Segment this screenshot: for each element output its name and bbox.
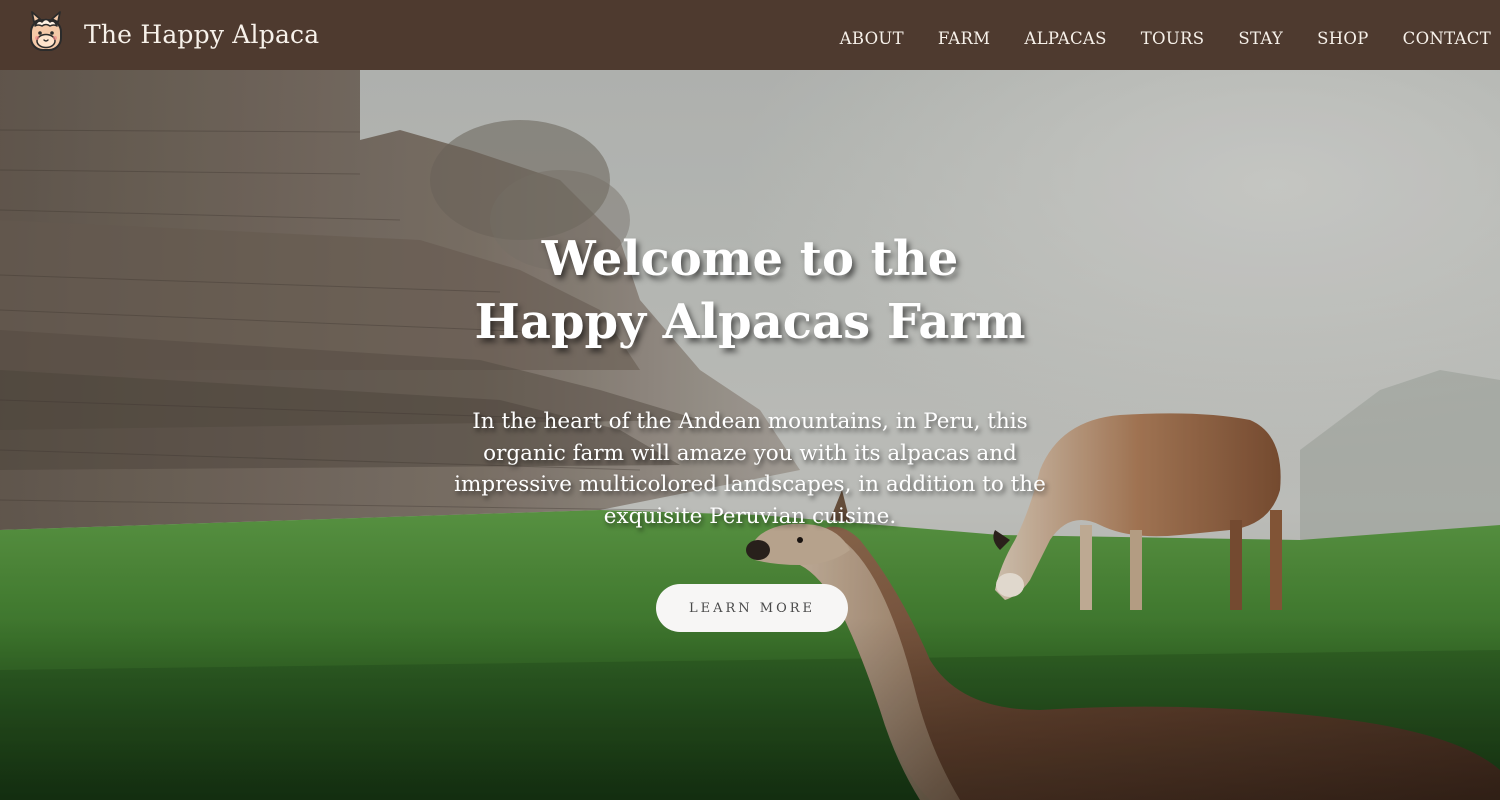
nav-shop[interactable]: SHOP [1317, 29, 1369, 48]
hero-description: In the heart of the Andean mountains, in… [454, 409, 1046, 529]
brand-link[interactable]: The Happy Alpaca [26, 10, 319, 54]
top-navbar: The Happy Alpaca ABOUT FARM ALPACAS TOUR… [0, 0, 1500, 70]
hero-section: Welcome to the Happy Alpacas Farm In the… [0, 70, 1500, 800]
nav-stay[interactable]: STAY [1238, 29, 1283, 48]
nav-contact[interactable]: CONTACT [1403, 29, 1491, 48]
alpaca-face-icon [30, 11, 62, 51]
hero-title: Welcome to the Happy Alpacas Farm [300, 228, 1200, 354]
hero-title-line-2: Happy Alpacas Farm [474, 294, 1026, 350]
hero-title-line-1: Welcome to the [541, 231, 959, 287]
nav-tours[interactable]: TOURS [1141, 29, 1205, 48]
nav-farm[interactable]: FARM [938, 29, 990, 48]
learn-more-button[interactable]: LEARN MORE [656, 584, 848, 632]
main-nav: ABOUT FARM ALPACAS TOURS STAY SHOP CONTA… [840, 29, 1491, 48]
nav-about[interactable]: ABOUT [840, 29, 904, 48]
brand-name[interactable]: The Happy Alpaca [84, 20, 319, 49]
nav-alpacas[interactable]: ALPACAS [1024, 29, 1106, 48]
